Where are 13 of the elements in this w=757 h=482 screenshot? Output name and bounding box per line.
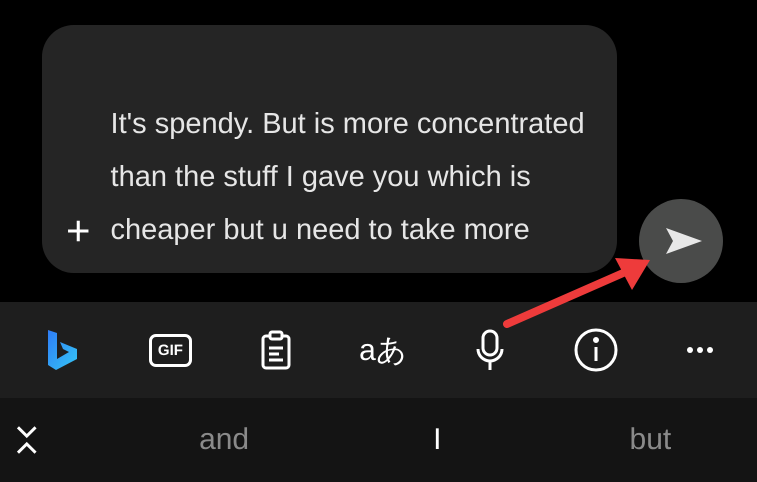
more-icon[interactable]: [686, 347, 713, 353]
suggestion-word[interactable]: but: [544, 423, 757, 457]
clipboard-icon[interactable]: [260, 330, 291, 370]
gif-button[interactable]: GIF: [148, 334, 192, 366]
suggestion-word[interactable]: I: [330, 423, 544, 457]
translate-button[interactable]: aあ: [359, 330, 407, 370]
suggestion-word[interactable]: and: [118, 423, 331, 457]
add-button[interactable]: +: [66, 211, 91, 251]
collapse-icon[interactable]: [16, 425, 38, 455]
microphone-icon[interactable]: [475, 329, 506, 371]
send-icon: [664, 226, 704, 256]
info-icon[interactable]: [574, 328, 618, 372]
message-input-field[interactable]: + It's spendy. But is more concentrated than the stuff I gave you which is cheaper but u need to take more: [42, 25, 617, 273]
